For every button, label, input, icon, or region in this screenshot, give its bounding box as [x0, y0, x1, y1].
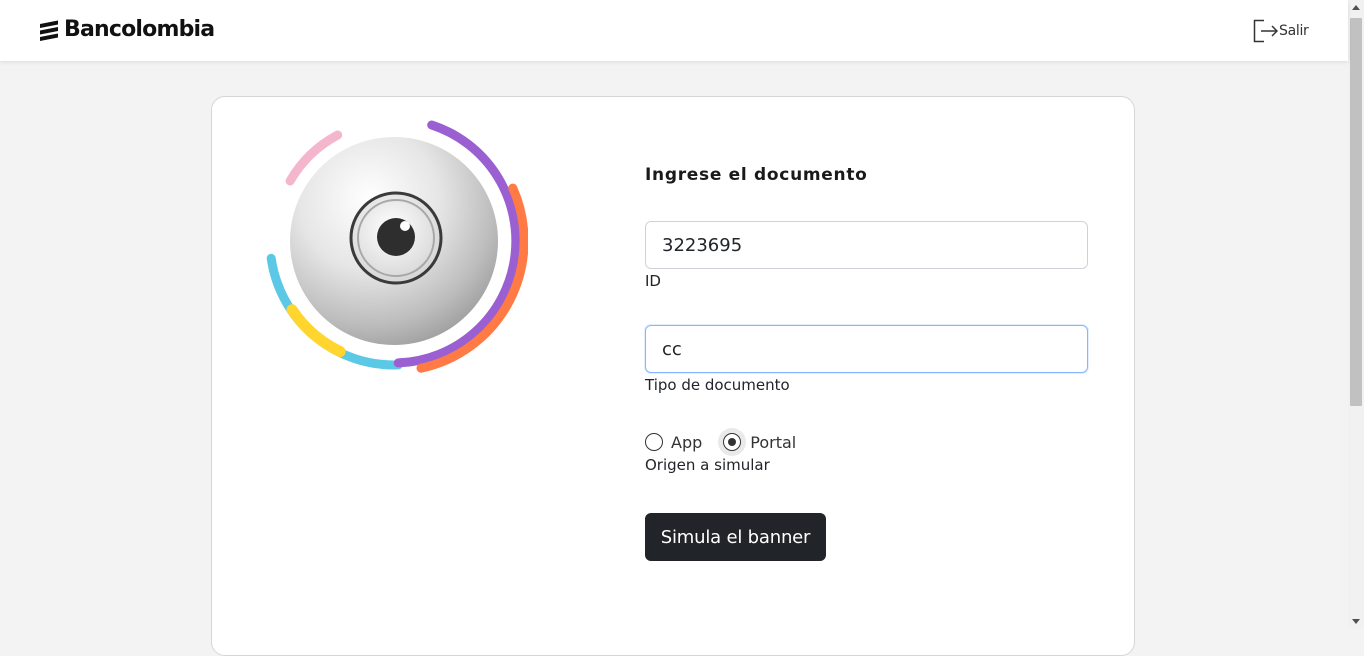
scroll-thumb[interactable]	[1350, 18, 1362, 406]
logout-icon	[1253, 19, 1278, 43]
radio-app[interactable]	[645, 433, 663, 451]
eye-illustration-icon	[266, 120, 528, 373]
logout-button[interactable]: Salir	[1252, 19, 1309, 43]
radio-app-label[interactable]: App	[671, 433, 702, 452]
brand-name: Bancolombia	[64, 17, 215, 42]
scroll-up-arrow-icon[interactable]	[1352, 5, 1360, 10]
document-type-input[interactable]	[645, 325, 1088, 373]
simulation-card: Ingrese el documento ID Tipo de document…	[211, 96, 1135, 656]
simulate-banner-button[interactable]: Simula el banner	[645, 513, 826, 561]
id-label: ID	[645, 272, 661, 290]
bancolombia-logo[interactable]: Bancolombia	[38, 17, 215, 43]
bancolombia-logo-icon	[40, 20, 58, 41]
id-input[interactable]	[645, 221, 1088, 269]
document-type-label: Tipo de documento	[645, 376, 790, 394]
scroll-down-arrow-icon[interactable]	[1352, 619, 1360, 624]
top-header: Bancolombia Salir	[0, 0, 1348, 61]
form-title: Ingrese el documento	[645, 165, 868, 185]
radio-portal-label[interactable]: Portal	[750, 433, 796, 452]
radio-portal-focus	[718, 428, 747, 456]
page-scrollbar[interactable]	[1348, 0, 1364, 629]
origin-radio-group: App Portal	[645, 428, 796, 456]
radio-portal[interactable]	[723, 433, 742, 451]
logout-label: Salir	[1279, 23, 1309, 39]
origin-label: Origen a simular	[645, 456, 770, 474]
